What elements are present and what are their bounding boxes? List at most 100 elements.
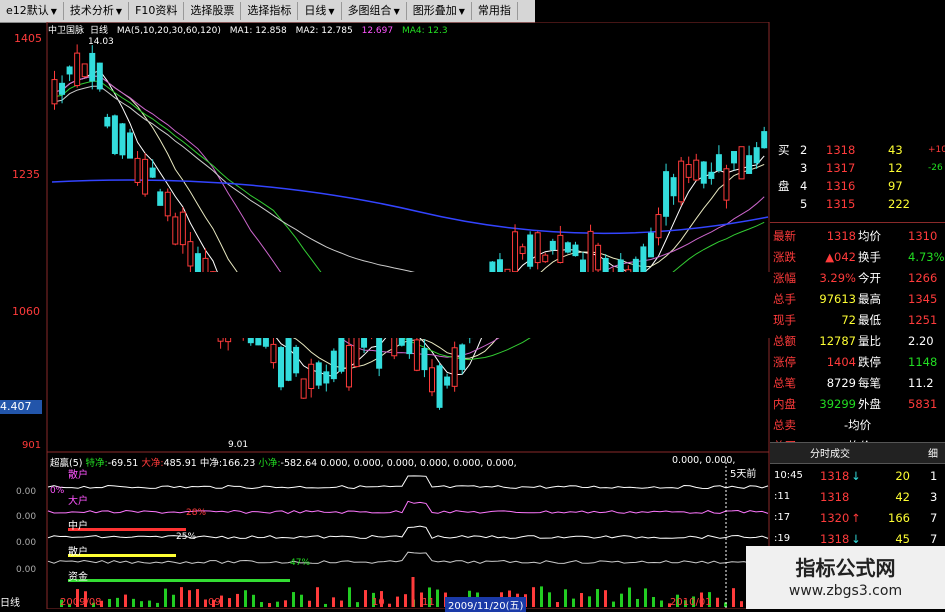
candle-body [685,164,692,178]
sublabel-4: 散户 [68,547,88,558]
toolbar-item-1[interactable]: 技术分析 ▼ [64,2,130,20]
fund-bar [548,592,551,607]
orderbook-side: 买 [778,143,790,157]
candle-body [564,242,571,253]
quote-panel: 买 2 1318 43 +10 3 1317 12 -26 盘 4 1316 97 5 1315 222 最新 1… [770,140,945,609]
fund-bar [716,597,719,607]
sublabel-1-pct: 0% [50,486,65,496]
fund-bar [620,593,623,607]
sublabel-1: 散户 [68,470,88,481]
quote-row: 总卖 -均价 [770,415,945,435]
fund-bar [604,590,607,607]
price-label-4: 901 [22,440,42,451]
candle-body [149,167,156,178]
candle-body [300,378,307,399]
quote-value: 3.29% [819,271,856,285]
quote-value: 12787 [819,334,856,348]
quote-row: 总额 12787 量比 2.20 [770,331,945,351]
toolbar-item-8[interactable]: 常用指 [472,2,518,20]
candle-body [293,346,300,374]
quote-row: 涨幅 3.29% 今开 1266 [770,268,945,288]
quote-row: 最新 1318 均价 1310 [770,226,945,246]
fund-bar [252,594,255,607]
toolbar: e12默认 ▼ 技术分析 ▼ F10资料 选择股票 选择指标 日线 ▼ 多图组合 ▼ 图形叠加 ▼ 常用指 [0,0,535,23]
fund-bar [404,594,407,607]
orderbook-side: 盘 [778,179,790,193]
fund-bar [340,600,343,607]
candle-body [715,154,722,171]
candle-body [512,231,519,273]
fund-bar [564,589,567,607]
ind-left-value-2: 0.00 [16,512,37,522]
quote-value-2: 1148 [908,355,938,369]
quote-key: 总卖 [773,418,796,432]
fund-bar [292,592,295,607]
candle-body [459,344,466,370]
kline-chart[interactable] [0,22,770,609]
quote-key-2: 每笔 [858,376,881,390]
quote-value-2: 1310 [908,229,938,243]
candle-body [429,367,435,393]
quote-value-2: 1266 [908,271,938,285]
fund-bar [148,600,151,607]
quote-value-2: 1345 [908,292,938,306]
fund-bar [356,602,359,607]
candle-body [761,131,768,149]
quote-key: 涨停 [773,355,796,369]
fund-bar [116,597,119,607]
toolbar-item-4[interactable]: 选择指标 [241,2,299,20]
candle-body [738,146,745,180]
candle-body [315,362,322,386]
toolbar-item-5[interactable]: 日线 ▼ [298,2,342,20]
candle-body [81,63,88,78]
candle-body [285,338,292,381]
ma1-value: MA1: 12.858 [229,26,287,36]
toolbar-item-0[interactable]: e12默认 ▼ [0,2,64,20]
toolbar-item-6[interactable]: 多图组合 ▼ [342,2,407,20]
candle-body [330,350,337,380]
candle-body [678,160,685,203]
big-value: 485.91 [163,458,197,469]
fund-bar [740,601,743,607]
tab-ticks[interactable]: 分时成交 [810,445,850,460]
toolbar-item-2[interactable]: F10资料 [129,2,185,20]
trade-price: 1320 [820,511,850,525]
quote-row: 涨停 1404 跌停 1148 [770,352,945,372]
candle-body [338,335,345,372]
toolbar-item-label: 技术分析 [69,4,114,17]
toolbar-item-7[interactable]: 图形叠加 ▼ [407,2,472,20]
fund-bar [204,599,207,607]
trade-time: :17 [774,512,791,523]
ind-left-value-1: 0.00 [16,487,37,497]
candle-body [527,234,534,267]
quote-row: 内盘 39299 外盘 5831 [770,394,945,414]
candle-body [723,168,730,201]
toolbar-item-label: 选择指标 [247,4,292,17]
toolbar-item-3[interactable]: 选择股票 [184,2,242,20]
candle-body [74,52,81,87]
toolbar-item-label: 日线 [304,4,327,17]
quote-value: 8729 [826,376,856,390]
watermark-url: www.zbgs3.com [788,583,903,599]
fund-bar [140,601,143,607]
candle-body [444,376,451,386]
trade-flag: 3 [930,490,938,504]
chart-overlay-block [185,272,415,338]
tab-detail[interactable]: 细 [928,445,938,460]
quote-row: 现手 72 最低 1251 [770,310,945,330]
mid-label: 中净: [199,458,223,469]
candle-body [670,177,677,197]
quote-key-2: -均价 [844,418,872,432]
sublabel-5: 资金 [68,572,88,583]
orderbook-price: 1315 [826,197,856,211]
candle-body [655,214,662,239]
tail-values: 0.000, 0.000, 0.000, 0.000, 0.000, 0.000… [320,458,517,469]
spec-label: 特净: [85,458,108,469]
quote-value: 1404 [826,355,856,369]
period-tab-bottom[interactable]: 日线 [0,594,20,609]
high-note: 14.03 [88,37,114,47]
quote-key-2: 跌停 [858,355,881,369]
orderbook-row: 盘 4 1316 97 [770,176,945,196]
fund-bar [124,594,127,607]
stock-name: 中卫国脉 [48,26,85,36]
